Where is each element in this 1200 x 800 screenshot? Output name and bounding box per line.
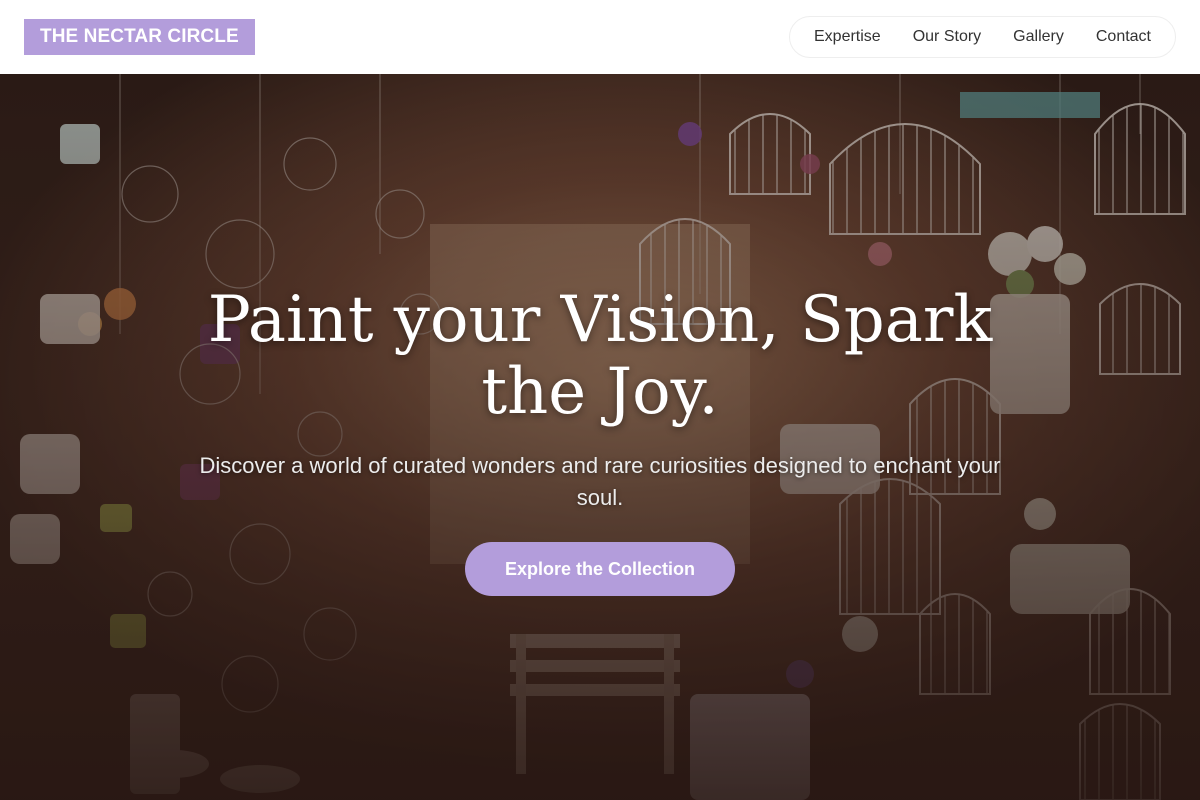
- brand-logo[interactable]: THE NECTAR CIRCLE: [24, 19, 255, 55]
- nav-link-expertise[interactable]: Expertise: [814, 28, 881, 46]
- hero-title: Paint your Vision, Spark the Joy.: [207, 283, 993, 429]
- hero-content: Paint your Vision, Spark the Joy. Discov…: [150, 284, 1050, 596]
- nav-link-contact[interactable]: Contact: [1096, 28, 1151, 46]
- nav-link-gallery[interactable]: Gallery: [1013, 28, 1064, 46]
- nav-link-our-story[interactable]: Our Story: [913, 28, 981, 46]
- hero-subtitle: Discover a world of curated wonders and …: [199, 453, 1001, 510]
- site-header: THE NECTAR CIRCLE Expertise Our Story Ga…: [0, 0, 1200, 74]
- explore-collection-button[interactable]: Explore the Collection: [464, 542, 736, 596]
- main-nav: Expertise Our Story Gallery Contact: [789, 16, 1176, 58]
- hero-section: Paint your Vision, Spark the Joy. Discov…: [0, 74, 1200, 800]
